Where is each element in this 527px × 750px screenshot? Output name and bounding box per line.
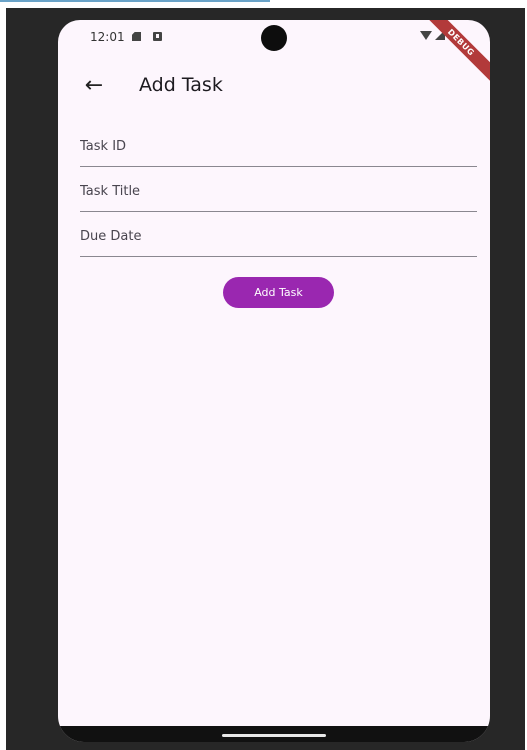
status-time: 12:01: [90, 30, 125, 44]
page-title: Add Task: [139, 74, 223, 96]
due-date-field: [80, 216, 477, 257]
sd-card-icon: [132, 32, 142, 41]
top-accent-line: [0, 0, 270, 2]
back-button[interactable]: ←: [78, 70, 110, 102]
wifi-icon: [420, 31, 432, 40]
camera-cutout: [261, 25, 287, 51]
due-date-input[interactable]: [80, 224, 477, 248]
navigation-bar: [58, 726, 490, 742]
phone-screen: 12:01 DEBUG ← Add Task Add Task: [58, 20, 490, 742]
app-bar: ← Add Task: [58, 66, 490, 106]
task-title-input[interactable]: [80, 179, 477, 203]
a-icon: [153, 32, 163, 41]
arrow-left-icon: ←: [84, 73, 104, 98]
home-indicator[interactable]: [222, 734, 326, 737]
task-id-field: [80, 126, 477, 167]
add-task-button[interactable]: Add Task: [223, 277, 334, 308]
status-bar: 12:01: [58, 20, 490, 58]
task-title-field: [80, 171, 477, 212]
task-id-input[interactable]: [80, 134, 477, 158]
device-frame: 12:01 DEBUG ← Add Task Add Task: [6, 8, 525, 750]
